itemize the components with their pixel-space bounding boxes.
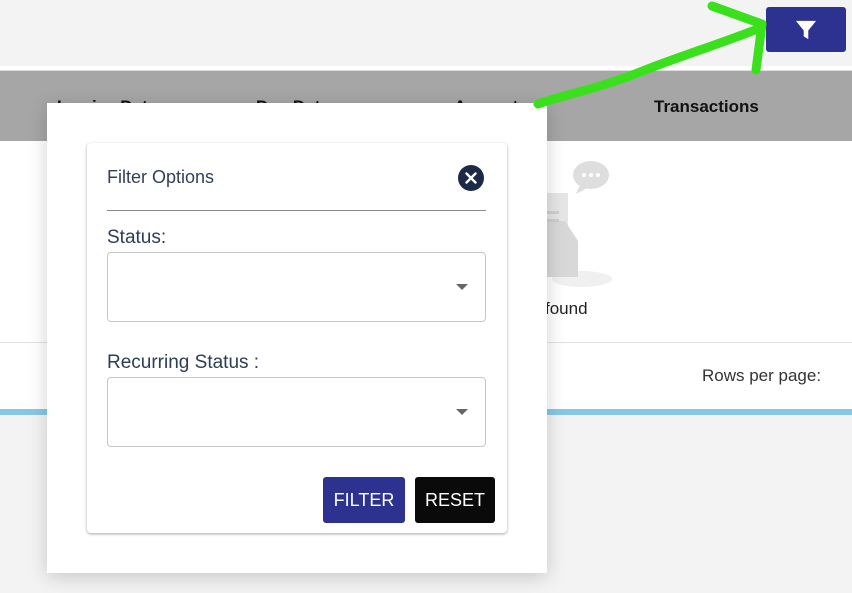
empty-state-text: found xyxy=(545,299,588,318)
filter-options-card: Filter Options Status: Recurring Status … xyxy=(87,143,507,533)
recurring-status-label: Recurring Status : xyxy=(107,352,260,373)
filter-funnel-icon xyxy=(795,20,817,39)
title-divider xyxy=(107,210,486,211)
status-select[interactable] xyxy=(107,252,486,322)
filter-popover: Filter Options Status: Recurring Status … xyxy=(47,103,547,573)
filter-toggle-button[interactable] xyxy=(766,7,846,52)
close-icon xyxy=(465,172,477,184)
reset-button[interactable]: RESET xyxy=(415,477,495,523)
filter-button[interactable]: FILTER xyxy=(323,477,405,523)
column-header-transactions[interactable]: Transactions xyxy=(654,97,759,117)
filter-dialog-title: Filter Options xyxy=(107,167,215,187)
recurring-status-select[interactable] xyxy=(107,377,486,447)
close-button[interactable] xyxy=(458,165,484,191)
rows-per-page-label: Rows per page: xyxy=(702,366,822,385)
status-label: Status: xyxy=(107,227,167,248)
chevron-down-icon xyxy=(456,284,468,290)
chevron-down-icon xyxy=(456,409,468,415)
top-toolbar xyxy=(0,0,852,66)
